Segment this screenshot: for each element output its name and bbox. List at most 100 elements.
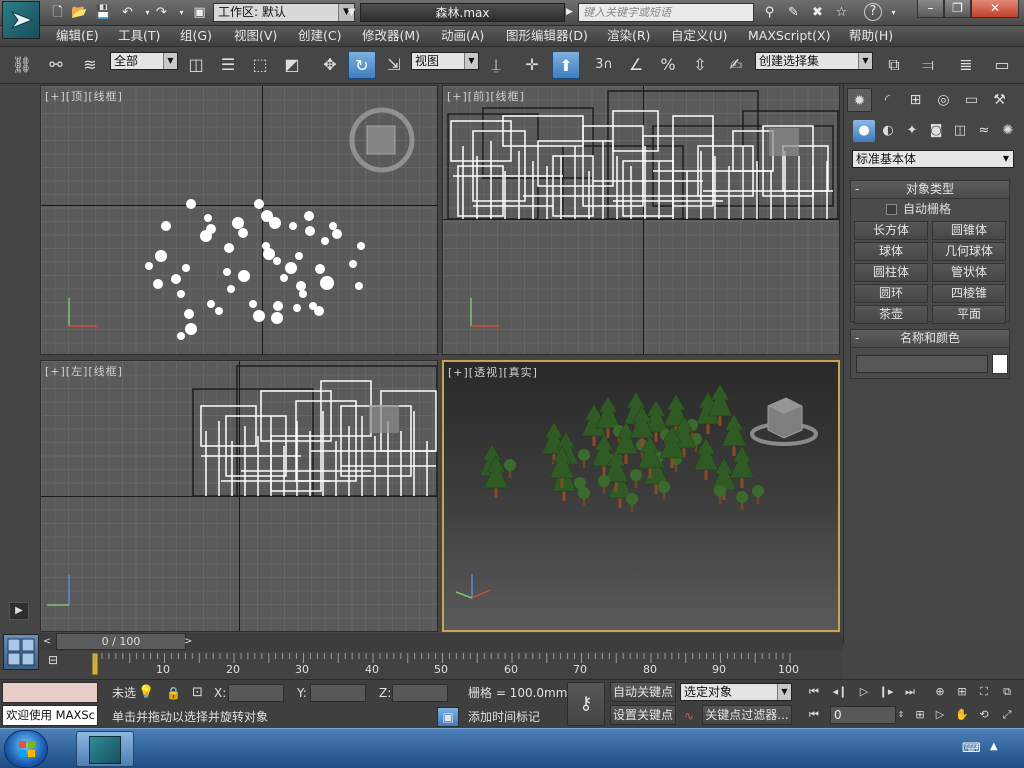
go-to-end-icon[interactable]: ⏭	[900, 683, 920, 701]
sphere-button[interactable]: 球体	[854, 242, 928, 261]
unlink-selection-icon[interactable]: ⚯	[42, 51, 70, 79]
binoculars-search-icon[interactable]: ⚲	[760, 3, 779, 22]
quick-access-dropdown-icon[interactable]: ▼	[342, 3, 361, 22]
expand-icon[interactable]: ▶	[9, 602, 29, 620]
play-icon[interactable]: ▷	[854, 683, 874, 701]
named-selection-set-select[interactable]: 创建选择集 ▼	[755, 52, 873, 70]
category-select[interactable]: 标准基本体 ▼	[852, 150, 1014, 168]
name-color-header[interactable]: - 名称和颜色	[851, 330, 1009, 348]
select-object-icon[interactable]: ◫	[182, 51, 210, 79]
keyboard-tray-icon[interactable]: ⌨	[962, 741, 981, 756]
display-tab-icon[interactable]: ▭	[959, 88, 984, 112]
application-button[interactable]	[2, 1, 40, 39]
maxscript-listener-output[interactable]	[2, 682, 98, 703]
select-and-manipulate-icon[interactable]: ✛	[518, 51, 546, 79]
auto-key-button[interactable]: 自动关键点	[610, 682, 676, 702]
redo-icon[interactable]: ↷	[152, 3, 171, 22]
maximize-viewport-icon[interactable]: ⤢	[997, 706, 1017, 724]
selection-lock-icon[interactable]: 🔒	[166, 684, 181, 702]
viewport-left[interactable]: [+][左][线框]	[40, 360, 438, 632]
graphite-modeling-icon[interactable]: ▭	[988, 51, 1016, 79]
edit-named-selection-icon[interactable]: ✍	[722, 51, 750, 79]
select-and-move-icon[interactable]: ✥	[316, 51, 344, 79]
hierarchy-tab-icon[interactable]: ⊞	[903, 88, 928, 112]
angle-snap-icon[interactable]: ∠	[622, 51, 650, 79]
communication-icon[interactable]: ✖	[808, 3, 827, 22]
field-of-view-icon[interactable]: ▷	[930, 706, 950, 724]
reference-coordinate-select[interactable]: 视图 ▼	[411, 52, 479, 70]
redo-dropdown-icon[interactable]: ▾	[172, 3, 191, 22]
favorites-star-icon[interactable]: ☆	[832, 3, 851, 22]
menu-edit[interactable]: 编辑(E)	[56, 26, 99, 46]
orbit-icon[interactable]: ⟲	[974, 706, 994, 724]
pivot-center-icon[interactable]: ⍊	[482, 51, 510, 79]
space-warps-icon[interactable]: ≈	[973, 120, 995, 142]
menu-views[interactable]: 视图(V)	[234, 26, 277, 46]
menu-graph-editors[interactable]: 图形编辑器(D)	[506, 26, 588, 46]
workspace-select[interactable]: 工作区: 默认 ▼	[213, 3, 355, 22]
undo-icon[interactable]: ↶	[118, 3, 137, 22]
viewport-top-label[interactable]: [+][顶][线框]	[45, 88, 123, 104]
open-file-icon[interactable]: 📂	[70, 3, 89, 22]
layer-manager-icon[interactable]: ≣	[952, 51, 980, 79]
percent-snap-icon[interactable]: %	[654, 51, 682, 79]
menu-group[interactable]: 组(G)	[180, 26, 212, 46]
zoom-extents-all-icon[interactable]: ⧉	[997, 683, 1017, 701]
object-type-header[interactable]: - 对象类型	[851, 181, 1009, 199]
track-bar[interactable]: ⊟ 10 20 30 40 50 60 70 80 90 100	[40, 651, 843, 679]
utilities-tab-icon[interactable]: ⚒	[987, 88, 1012, 112]
x-coordinate-input[interactable]	[228, 684, 284, 702]
viewport-top[interactable]: [+][顶][线框]	[40, 85, 438, 355]
search-input[interactable]: 键入关键字或短语	[578, 3, 754, 22]
menu-modifiers[interactable]: 修改器(M)	[362, 26, 420, 46]
object-color-swatch[interactable]	[992, 354, 1008, 374]
time-slider[interactable]: < 0 / 100 >	[40, 633, 843, 651]
create-tab-icon[interactable]: ✹	[847, 88, 872, 112]
systems-icon[interactable]: ✺	[997, 120, 1019, 142]
isolate-selection-icon[interactable]: 💡	[138, 684, 154, 702]
minimize-button[interactable]: –	[917, 0, 944, 18]
subscription-key-icon[interactable]: ✎	[784, 3, 803, 22]
selection-filter-select[interactable]: 全部 ▼	[110, 52, 178, 70]
time-tag-toggle-icon[interactable]: ▣	[437, 707, 459, 727]
viewport-layout-button[interactable]	[3, 634, 39, 670]
menu-customize[interactable]: 自定义(U)	[671, 26, 727, 46]
viewport-perspective[interactable]: [+][透视][真实]	[442, 360, 840, 632]
frame-spinner-icon[interactable]: ⇕	[896, 706, 906, 724]
menu-rendering[interactable]: 渲染(R)	[607, 26, 650, 46]
pan-view-icon[interactable]: ✋	[952, 706, 972, 724]
new-file-icon[interactable]: 🗋	[48, 3, 67, 22]
previous-frame-icon[interactable]: ◂❙	[830, 683, 850, 701]
helpers-icon[interactable]: ◫	[949, 120, 971, 142]
z-coordinate-input[interactable]	[392, 684, 448, 702]
pyramid-button[interactable]: 四棱锥	[932, 284, 1006, 303]
time-slider-thumb[interactable]: 0 / 100	[56, 633, 186, 650]
select-by-name-icon[interactable]: ☰	[214, 51, 242, 79]
rectangular-selection-icon[interactable]: ⬚	[246, 51, 274, 79]
window-crossing-icon[interactable]: ◩	[278, 51, 306, 79]
next-frame-icon[interactable]: ❙▸	[876, 683, 896, 701]
geosphere-button[interactable]: 几何球体	[932, 242, 1006, 261]
select-and-rotate-icon[interactable]: ↻	[348, 51, 376, 79]
taskbar-3dsmax-button[interactable]	[76, 731, 134, 767]
cylinder-button[interactable]: 圆柱体	[854, 263, 928, 282]
key-mode-toggle-icon[interactable]: ⏮	[804, 706, 824, 724]
add-time-tag[interactable]: 添加时间标记	[468, 708, 540, 726]
project-folder-icon[interactable]: ▣	[190, 3, 209, 22]
lights-icon[interactable]: ✦	[901, 120, 923, 142]
zoom-all-icon[interactable]: ⊞	[952, 683, 972, 701]
chevron-right-icon[interactable]: ▶	[566, 3, 578, 22]
align-icon[interactable]: ⫤	[914, 51, 942, 79]
help-icon[interactable]: ?	[864, 3, 882, 21]
teapot-button[interactable]: 茶壶	[854, 305, 928, 324]
mirror-icon[interactable]: ⧉	[880, 51, 908, 79]
set-keys-key-icon[interactable]: ⚷	[567, 682, 605, 726]
shapes-icon[interactable]: ◐	[877, 120, 899, 142]
auto-grid-checkbox[interactable]	[886, 204, 897, 215]
menu-maxscript[interactable]: MAXScript(X)	[748, 26, 830, 46]
geometry-icon[interactable]: ●	[853, 120, 875, 142]
torus-button[interactable]: 圆环	[854, 284, 928, 303]
keyboard-shortcut-override-icon[interactable]: ⬆	[552, 51, 580, 79]
box-button[interactable]: 长方体	[854, 221, 928, 240]
viewport-perspective-label[interactable]: [+][透视][真实]	[448, 364, 538, 380]
